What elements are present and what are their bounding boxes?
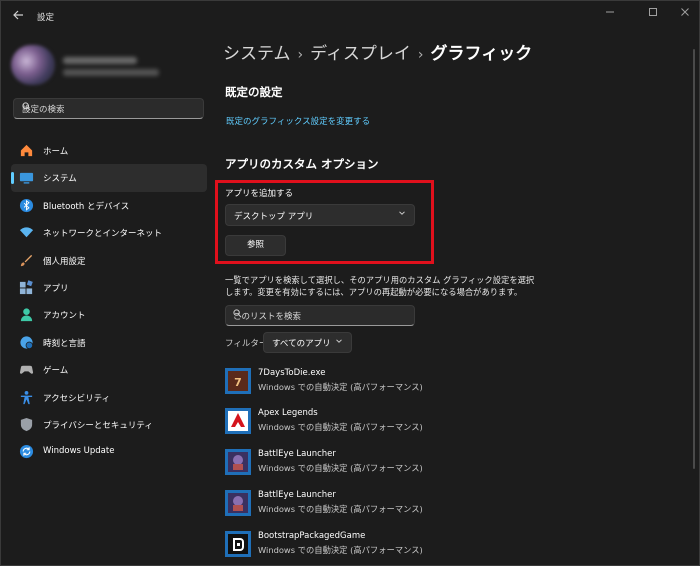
bluetooth-icon [19, 198, 34, 213]
person-icon [19, 307, 34, 322]
app-status: Windows での自動決定 (高パフォーマンス) [258, 422, 423, 432]
sidebar-item-label: プライバシーとセキュリティ [43, 420, 153, 431]
filter-value: すべてのアプリ [272, 339, 331, 349]
svg-text:7: 7 [234, 376, 242, 389]
section-title-default: 既定の設定 [225, 85, 283, 99]
search-icon [22, 102, 195, 114]
gamepad-icon [19, 362, 34, 377]
wifi-icon [19, 225, 34, 240]
sidebar-item-accounts[interactable]: アカウント [11, 301, 207, 328]
sidebar-item-privacy[interactable]: プライバシーとセキュリティ [11, 411, 207, 438]
chevron-down-icon [398, 209, 406, 219]
section-title-custom: アプリのカスタム オプション [225, 157, 379, 171]
sidebar-item-windows-update[interactable]: Windows Update [11, 438, 207, 465]
settings-window: 設定 設定の検索 ホーム システム Bluetooth とデバイス ネットワーク… [0, 0, 700, 566]
sidebar-item-label: Windows Update [43, 446, 115, 457]
monitor-icon [19, 170, 34, 185]
app-list-item[interactable]: BattlEye Launcher Windows での自動決定 (高パフォーマ… [225, 447, 545, 479]
sidebar-item-system[interactable]: システム [11, 164, 207, 192]
app-status: Windows での自動決定 (高パフォーマンス) [258, 463, 423, 473]
app-type-dropdown[interactable]: デスクトップ アプリ [225, 204, 415, 226]
sidebar-item-label: 時刻と言語 [43, 338, 86, 349]
change-default-graphics-link[interactable]: 既定のグラフィックス設定を変更する [226, 115, 370, 127]
app-list-item[interactable]: BootstrapPackagedGame Windows での自動決定 (高パ… [225, 529, 545, 561]
chevron-right-icon: › [417, 47, 424, 63]
sidebar-item-label: システム [43, 174, 77, 185]
sidebar-item-label: アカウント [43, 311, 86, 322]
settings-search-input[interactable]: 設定の検索 [13, 98, 204, 119]
sidebar-item-label: ゲーム [43, 366, 69, 377]
sidebar-item-time-language[interactable]: 時刻と言語 [11, 329, 207, 356]
sidebar-item-network[interactable]: ネットワークとインターネット [11, 219, 207, 246]
sidebar-item-label: アクセシビリティ [43, 393, 111, 404]
app-list-item[interactable]: Apex Legends Windows での自動決定 (高パフォーマンス) [225, 406, 545, 438]
window-title: 設定 [37, 13, 55, 23]
sidebar-item-label: アプリ [43, 283, 69, 294]
close-icon[interactable] [677, 7, 693, 21]
home-icon [19, 143, 34, 158]
sidebar-item-label: ホーム [43, 147, 69, 157]
maximize-icon[interactable] [645, 7, 661, 21]
accessibility-icon [19, 390, 34, 405]
arrow-left-icon[interactable] [9, 9, 27, 27]
sidebar-nav: ホーム システム Bluetooth とデバイス ネットワークとインターネット [11, 137, 207, 466]
app-list-search-input[interactable]: このリストを検索 [225, 305, 415, 326]
update-icon [19, 444, 34, 459]
sidebar-item-apps[interactable]: アプリ [11, 274, 207, 301]
app-status: Windows での自動決定 (高パフォーマンス) [258, 545, 423, 555]
apps-icon [19, 280, 34, 295]
chevron-right-icon: › [297, 47, 304, 63]
app-name: Apex Legends [258, 408, 318, 418]
app-status: Windows での自動決定 (高パフォーマンス) [258, 504, 423, 514]
app-status: Windows での自動決定 (高パフォーマンス) [258, 382, 423, 392]
breadcrumb-system[interactable]: システム [223, 44, 291, 64]
user-profile[interactable] [11, 45, 211, 85]
sidebar-item-label: ネットワークとインターネット [43, 229, 163, 240]
app-name: BattlEye Launcher [258, 449, 336, 459]
app-type-value: デスクトップ アプリ [234, 212, 314, 222]
apex-app-icon [225, 408, 251, 434]
app-name: BattlEye Launcher [258, 490, 336, 500]
battleye-app-icon [225, 490, 251, 516]
breadcrumb-current: グラフィック [430, 44, 533, 64]
sidebar-item-accessibility[interactable]: アクセシビリティ [11, 384, 207, 411]
7days-app-icon: 7 [225, 368, 251, 394]
app-name: 7DaysToDie.exe [258, 368, 326, 378]
sidebar-item-label: 個人用設定 [43, 256, 86, 267]
breadcrumb-display[interactable]: ディスプレイ [310, 44, 411, 64]
globe-clock-icon [19, 335, 34, 350]
sidebar-item-bluetooth[interactable]: Bluetooth とデバイス [11, 192, 207, 219]
app-list-item[interactable]: 7 7DaysToDie.exe Windows での自動決定 (高パフォーマン… [225, 366, 545, 398]
add-app-label: アプリを追加する [225, 189, 294, 199]
shield-icon [19, 417, 34, 432]
app-name: BootstrapPackagedGame [258, 531, 366, 541]
browse-button[interactable]: 参照 [225, 235, 286, 256]
avatar [11, 45, 55, 85]
bootstrap-app-icon [225, 531, 251, 557]
minimize-icon[interactable] [602, 7, 618, 21]
sidebar-item-label: Bluetooth とデバイス [43, 201, 130, 212]
selection-indicator [11, 172, 14, 185]
profile-email-blurred [63, 69, 159, 76]
title-bar: 設定 [1, 1, 699, 33]
sidebar-item-personalization[interactable]: 個人用設定 [11, 247, 207, 274]
app-list-item[interactable]: BattlEye Launcher Windows での自動決定 (高パフォーマ… [225, 488, 545, 520]
description-text: 一覧でアプリを検索して選択し、そのアプリ用のカスタム グラフィック設定を選択しま… [225, 275, 535, 297]
battleye-app-icon [225, 449, 251, 475]
breadcrumb: システム › ディスプレイ › グラフィック [223, 39, 532, 64]
scrollbar[interactable] [693, 49, 695, 469]
brush-icon [19, 253, 34, 268]
search-icon [233, 309, 408, 321]
sidebar-item-gaming[interactable]: ゲーム [11, 356, 207, 383]
filter-dropdown[interactable]: すべてのアプリ [263, 332, 352, 353]
sidebar-item-home[interactable]: ホーム [11, 137, 207, 164]
profile-name-blurred [63, 57, 137, 64]
chevron-down-icon [335, 337, 343, 347]
